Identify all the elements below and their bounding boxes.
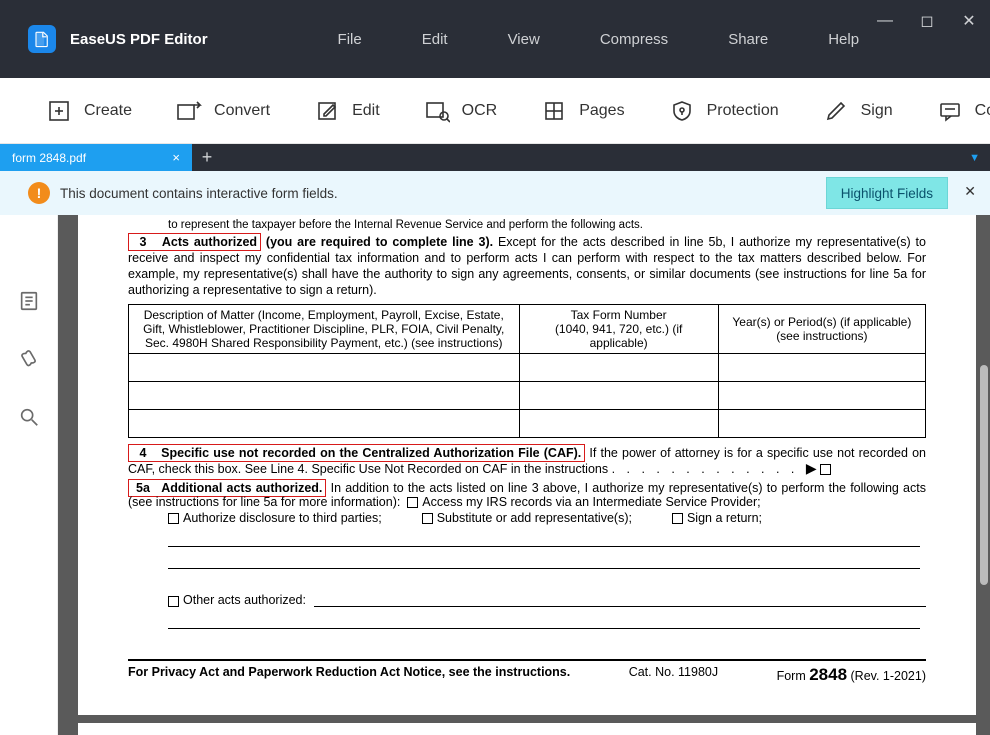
menu-edit[interactable]: Edit [422,31,448,48]
tab-close-button[interactable]: × [172,150,180,165]
workspace: to represent the taxpayer before the Int… [0,215,990,735]
menu-compress[interactable]: Compress [600,31,668,48]
comment-button[interactable]: Comment [937,98,990,124]
menu-share[interactable]: Share [728,31,768,48]
close-window-button[interactable]: ✕ [960,12,978,30]
blank-line[interactable] [168,525,920,547]
menu-view[interactable]: View [508,31,540,48]
footer-left: For Privacy Act and Paperwork Reduction … [128,665,570,685]
create-icon [46,98,72,124]
table-row[interactable] [129,410,926,438]
protection-button[interactable]: Protection [669,98,779,124]
section-4: 4 Specific use not recorded on the Centr… [128,446,926,477]
col3-header: Year(s) or Period(s) (if applicable)(see… [718,305,925,354]
new-tab-button[interactable]: + [192,144,222,171]
document-viewer[interactable]: to represent the taxpayer before the Int… [58,215,990,735]
edit-label: Edit [352,102,380,120]
alert-icon: ! [28,182,50,204]
edit-icon [314,98,340,124]
menu-bar: File Edit View Compress Share Help [338,31,860,48]
pdf-page: to represent the taxpayer before the Int… [78,215,976,715]
pages-button[interactable]: Pages [541,98,624,124]
ocr-label: OCR [462,102,498,120]
tab-strip: form 2848.pdf × + ▼ [0,144,990,171]
app-title: EaseUS PDF Editor [70,31,208,48]
title-bar: EaseUS PDF Editor File Edit View Compres… [0,0,990,78]
app-logo-icon [28,25,56,53]
checkbox-access-irs[interactable] [407,497,418,508]
scroll-thumb[interactable] [980,365,988,585]
highlight-box-4: 4 Specific use not recorded on the Centr… [128,444,585,462]
vertical-scrollbar[interactable] [980,215,988,735]
create-button[interactable]: Create [46,98,132,124]
tab-label: form 2848.pdf [12,151,86,165]
checkbox-caf[interactable] [820,464,831,475]
other-acts-row: Other acts authorized: [168,593,926,607]
tab-menu-caret-icon[interactable]: ▼ [969,152,980,164]
sign-button[interactable]: Sign [823,98,893,124]
form-fields-infobar: ! This document contains interactive for… [0,171,990,215]
comment-label: Comment [975,102,990,120]
checkbox-other[interactable] [168,596,179,607]
section-5a: 5a Additional acts authorized. In additi… [128,481,926,509]
create-label: Create [84,102,132,120]
cut-text: to represent the taxpayer before the Int… [168,219,926,231]
checkbox-substitute[interactable] [422,513,433,524]
search-icon[interactable] [17,405,41,429]
table-row[interactable] [129,354,926,382]
window-controls: — ◻ ✕ [876,12,978,30]
col2-header: Tax Form Number(1040, 941, 720, etc.) (i… [519,305,718,354]
matters-table: Description of Matter (Income, Employmen… [128,304,926,438]
pages-icon [541,98,567,124]
arrow-icon: ▶ [806,460,817,476]
pdf-next-page [78,723,976,735]
bookmarks-icon[interactable] [17,347,41,371]
page-footer: For Privacy Act and Paperwork Reduction … [128,665,926,685]
highlight-fields-button[interactable]: Highlight Fields [826,177,948,209]
blank-line[interactable] [168,547,920,569]
section-5a-options: Authorize disclosure to third parties; S… [168,511,926,525]
convert-button[interactable]: Convert [176,98,270,124]
col1-header: Description of Matter (Income, Employmen… [129,305,520,354]
table-row[interactable] [129,382,926,410]
side-panel [0,215,58,735]
heavy-rule [128,659,926,661]
document-tab[interactable]: form 2848.pdf × [0,144,192,171]
convert-label: Convert [214,102,270,120]
thumbnails-icon[interactable] [17,289,41,313]
highlight-box-3: 3 Acts authorized [128,233,261,251]
infobar-text: This document contains interactive form … [60,186,338,201]
pages-label: Pages [579,102,624,120]
protection-label: Protection [707,102,779,120]
edit-button[interactable]: Edit [314,98,380,124]
menu-file[interactable]: File [338,31,362,48]
footer-right: Form 2848 (Rev. 1-2021) [777,665,926,685]
shield-icon [669,98,695,124]
checkbox-sign-return[interactable] [672,513,683,524]
checkbox-disclosure[interactable] [168,513,179,524]
ocr-icon [424,98,450,124]
other-acts-line[interactable] [314,593,926,607]
minimize-button[interactable]: — [876,12,894,30]
infobar-close-button[interactable]: ✕ [964,183,976,200]
sign-label: Sign [861,102,893,120]
comment-icon [937,98,963,124]
convert-icon [176,98,202,124]
section-3: 3 Acts authorized (you are required to c… [128,234,926,298]
main-toolbar: Create Convert Edit OCR Pages Protection… [0,78,990,144]
menu-help[interactable]: Help [828,31,859,48]
blank-line[interactable] [168,607,920,629]
pen-icon [823,98,849,124]
maximize-button[interactable]: ◻ [918,12,936,30]
ocr-button[interactable]: OCR [424,98,498,124]
footer-cat: Cat. No. 11980J [629,665,718,685]
